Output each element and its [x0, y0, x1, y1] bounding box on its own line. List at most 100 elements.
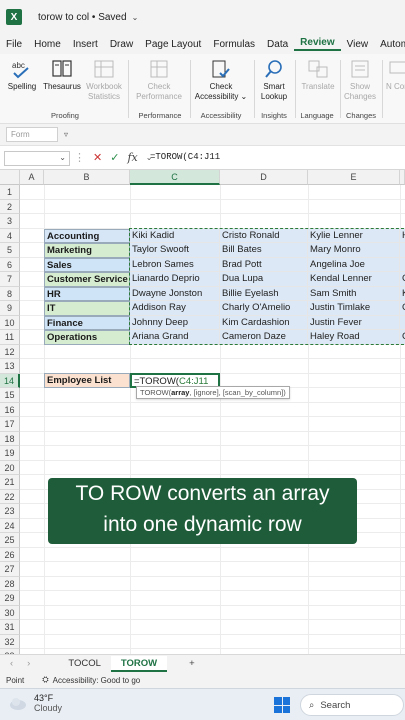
- row-header[interactable]: 26: [0, 547, 20, 562]
- employee-name-cell[interactable]: Taylor Swooft: [130, 243, 220, 258]
- windows-start-icon[interactable]: [274, 697, 290, 713]
- employee-name-cell[interactable]: Brad Pott: [220, 257, 308, 272]
- employee-name-cell[interactable]: Kiki Kadid: [130, 228, 220, 243]
- tab-insert[interactable]: Insert: [67, 39, 104, 50]
- row-header[interactable]: 6: [0, 257, 20, 272]
- enter-icon[interactable]: ✓: [110, 151, 119, 164]
- row-header[interactable]: 13: [0, 359, 20, 374]
- tab-formulas[interactable]: Formulas: [207, 39, 261, 50]
- employee-name-cell[interactable]: Dwayne Jonston: [130, 286, 220, 301]
- row-header[interactable]: 2: [0, 199, 20, 214]
- row-header[interactable]: 15: [0, 388, 20, 403]
- tab-file[interactable]: File: [0, 39, 28, 50]
- spreadsheet-grid[interactable]: A B C D E 1 2 3 4 5 6 7 8 9 10 11 12 13 14 15 16 17 18 19 2…: [0, 170, 405, 654]
- row-header[interactable]: 27: [0, 562, 20, 577]
- employee-name-cell[interactable]: Haley Road: [308, 330, 400, 345]
- row-header[interactable]: 20: [0, 460, 20, 475]
- employee-name-cell[interactable]: Mary Monro: [308, 243, 400, 258]
- employee-name-cell[interactable]: Kylie Lenner: [308, 228, 400, 243]
- column-header-c[interactable]: C: [130, 170, 220, 185]
- column-header-d[interactable]: D: [220, 170, 308, 185]
- show-changes-button[interactable]: Show Changes: [342, 58, 378, 102]
- employee-name-cell[interactable]: Kendal Lenner: [308, 272, 400, 287]
- spelling-button[interactable]: abc Spelling: [4, 58, 40, 92]
- chevron-right-icon[interactable]: ›: [27, 658, 30, 669]
- workbook-statistics-button[interactable]: Workbook Statistics: [84, 58, 124, 102]
- employee-name-cell[interactable]: Ariana Grand: [130, 330, 220, 345]
- row-header[interactable]: 7: [0, 272, 20, 287]
- row-header[interactable]: 17: [0, 417, 20, 432]
- row-header[interactable]: 8: [0, 286, 20, 301]
- taskbar-search[interactable]: ⌕ Search: [300, 694, 404, 716]
- employee-name-cell[interactable]: Lebron Sames: [130, 257, 220, 272]
- chevron-down-icon[interactable]: ⌄: [132, 13, 139, 22]
- row-header[interactable]: 9: [0, 301, 20, 316]
- department-cell[interactable]: Sales: [44, 257, 130, 272]
- row-header[interactable]: 16: [0, 402, 20, 417]
- row-header[interactable]: 22: [0, 489, 20, 504]
- row-header[interactable]: 21: [0, 475, 20, 490]
- employee-name-cell[interactable]: Billie Eyelash: [220, 286, 308, 301]
- employee-name-cell[interactable]: [400, 243, 405, 258]
- tab-page-layout[interactable]: Page Layout: [139, 39, 207, 50]
- name-box[interactable]: ⌄: [4, 151, 70, 166]
- row-header[interactable]: 29: [0, 591, 20, 606]
- row-header[interactable]: 30: [0, 605, 20, 620]
- employee-name-cell[interactable]: C: [400, 272, 405, 287]
- employee-name-cell[interactable]: Cameron Daze: [220, 330, 308, 345]
- employee-name-cell[interactable]: Angelina Joe: [308, 257, 400, 272]
- department-cell[interactable]: Customer Service: [44, 272, 130, 287]
- employee-name-cell[interactable]: Justin Timlake: [308, 301, 400, 316]
- row-header[interactable]: 23: [0, 504, 20, 519]
- tab-review[interactable]: Review: [294, 37, 341, 51]
- employee-name-cell[interactable]: Bill Bates: [220, 243, 308, 258]
- column-header-b[interactable]: B: [44, 170, 130, 185]
- department-cell[interactable]: Finance: [44, 315, 130, 330]
- row-header[interactable]: 1: [0, 185, 20, 200]
- row-header[interactable]: 19: [0, 446, 20, 461]
- form-button[interactable]: Form: [6, 127, 58, 142]
- employee-name-cell[interactable]: Justin Fever: [308, 315, 400, 330]
- add-sheet-button[interactable]: +: [189, 658, 195, 669]
- employee-name-cell[interactable]: Dua Lupa: [220, 272, 308, 287]
- check-performance-button[interactable]: Check Performance: [132, 58, 186, 102]
- tab-draw[interactable]: Draw: [104, 39, 139, 50]
- department-cell[interactable]: Accounting: [44, 228, 130, 243]
- row-header[interactable]: 5: [0, 243, 20, 258]
- column-header-f[interactable]: [400, 170, 405, 185]
- employee-name-cell[interactable]: C: [400, 330, 405, 345]
- tab-data[interactable]: Data: [261, 39, 294, 50]
- row-header[interactable]: 11: [0, 330, 20, 345]
- row-header[interactable]: 24: [0, 518, 20, 533]
- tab-automate[interactable]: Automate: [374, 39, 405, 50]
- tab-view[interactable]: View: [341, 39, 375, 50]
- row-header[interactable]: 28: [0, 576, 20, 591]
- employee-name-cell[interactable]: C: [400, 301, 405, 316]
- row-header[interactable]: 14: [0, 373, 20, 388]
- employee-name-cell[interactable]: Addison Ray: [130, 301, 220, 316]
- smart-lookup-button[interactable]: Smart Lookup: [256, 58, 292, 102]
- sheet-tab-torow[interactable]: TOROW: [110, 655, 168, 672]
- thesaurus-button[interactable]: Thesaurus: [42, 58, 82, 92]
- insert-function-icon[interactable]: fx: [127, 151, 137, 164]
- tab-home[interactable]: Home: [28, 39, 67, 50]
- row-header[interactable]: 10: [0, 315, 20, 330]
- customize-toolbar-icon[interactable]: ▿: [64, 130, 68, 139]
- new-comment-button[interactable]: N Com: [386, 58, 405, 92]
- employee-name-cell[interactable]: Cristo Ronald: [220, 228, 308, 243]
- row-header[interactable]: 12: [0, 344, 20, 359]
- row-header[interactable]: 25: [0, 533, 20, 548]
- row-header[interactable]: 18: [0, 431, 20, 446]
- chevron-down-icon[interactable]: ⌄: [59, 153, 66, 162]
- column-header-a[interactable]: A: [20, 170, 44, 185]
- employee-name-cell[interactable]: Charly O'Amelio: [220, 301, 308, 316]
- department-cell[interactable]: HR: [44, 286, 130, 301]
- employee-name-cell[interactable]: [400, 315, 405, 330]
- cancel-icon[interactable]: ✕: [93, 151, 102, 164]
- employee-name-cell[interactable]: Sam Smith: [308, 286, 400, 301]
- check-accessibility-button[interactable]: Check Accessibility ⌄: [192, 58, 250, 102]
- employee-name-cell[interactable]: Kim Cardashion: [220, 315, 308, 330]
- department-cell[interactable]: IT: [44, 301, 130, 316]
- select-all-corner[interactable]: [0, 170, 20, 185]
- department-cell[interactable]: Operations: [44, 330, 130, 345]
